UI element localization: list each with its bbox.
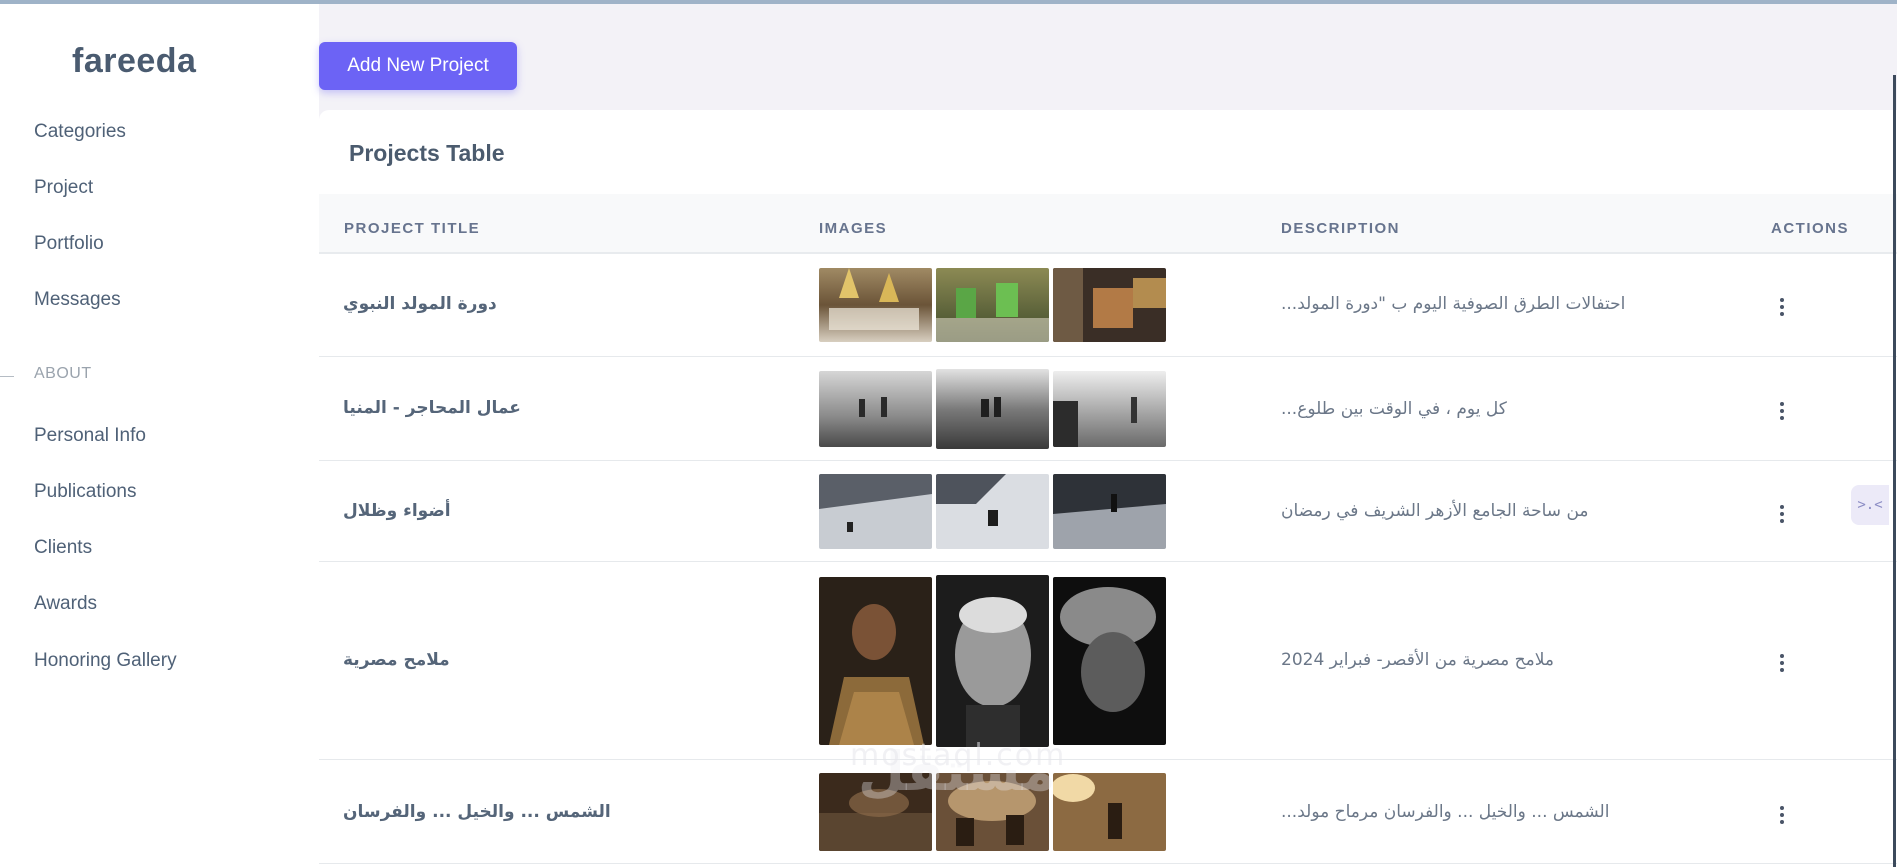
project-image[interactable] xyxy=(1053,371,1166,447)
kebab-menu-icon[interactable] xyxy=(1770,803,1794,827)
sidebar-item-personal-info[interactable]: Personal Info xyxy=(34,425,146,447)
table-row: دورة المولد النبوي احتفالات الطرق الصوفي… xyxy=(319,254,1897,357)
project-image[interactable] xyxy=(1053,474,1166,549)
project-image[interactable] xyxy=(936,268,1049,342)
kebab-menu-icon[interactable] xyxy=(1770,295,1794,319)
project-image[interactable] xyxy=(1053,577,1166,745)
header-actions: ACTIONS xyxy=(1771,220,1849,237)
scrollbar[interactable] xyxy=(1893,75,1896,867)
table-row: عمال المحاجر - المنيا كل يوم ، في الوقت … xyxy=(319,357,1897,461)
card-title: Projects Table xyxy=(349,140,505,166)
project-image[interactable] xyxy=(936,575,1049,747)
project-title: الشمس ... والخيل ... والفرسان xyxy=(343,802,611,822)
sidebar-item-messages[interactable]: Messages xyxy=(34,289,121,311)
project-image[interactable] xyxy=(819,773,932,851)
project-description: احتفالات الطرق الصوفية اليوم ب "دورة الم… xyxy=(1281,294,1626,314)
project-description: كل يوم ، في الوقت بين طلوع... xyxy=(1281,399,1507,419)
project-image[interactable] xyxy=(819,577,932,745)
header-images: IMAGES xyxy=(819,220,888,237)
brand-logo[interactable]: fareeda xyxy=(72,42,196,81)
projects-card: Projects Table PROJECT TITLE IMAGES DESC… xyxy=(319,110,1897,867)
kebab-menu-icon[interactable] xyxy=(1770,399,1794,423)
project-image[interactable] xyxy=(819,474,932,549)
project-image[interactable] xyxy=(1053,773,1166,851)
kebab-menu-icon[interactable] xyxy=(1770,651,1794,675)
sidebar-item-categories[interactable]: Categories xyxy=(34,121,126,143)
kebab-menu-icon[interactable] xyxy=(1770,502,1794,526)
table-row: أضواء وظلال من ساحة الجامع الأزهر الشريف… xyxy=(319,461,1897,562)
sidebar-item-honoring-gallery[interactable]: Honoring Gallery xyxy=(34,650,177,672)
sidebar-item-project[interactable]: Project xyxy=(34,177,93,199)
section-label-about: ABOUT xyxy=(34,365,92,382)
project-title: دورة المولد النبوي xyxy=(343,294,497,314)
project-image[interactable] xyxy=(936,773,1049,851)
add-new-project-button[interactable]: Add New Project xyxy=(319,42,517,90)
table-header: PROJECT TITLE IMAGES DESCRIPTION ACTIONS xyxy=(319,194,1897,254)
project-title: ملامح مصرية xyxy=(343,650,450,670)
sidebar: fareeda Categories Project Portfolio Mes… xyxy=(0,4,319,867)
project-description: من ساحة الجامع الأزهر الشريف في رمضان xyxy=(1281,501,1589,521)
header-description: DESCRIPTION xyxy=(1281,220,1401,237)
sidebar-item-awards[interactable]: Awards xyxy=(34,593,97,615)
table-row: الشمس ... والخيل ... والفرسان الشمس ... … xyxy=(319,760,1897,864)
header-project-title: PROJECT TITLE xyxy=(344,220,481,237)
project-image[interactable] xyxy=(819,371,932,447)
project-title: عمال المحاجر - المنيا xyxy=(343,398,521,418)
code-icon[interactable]: >.< xyxy=(1851,485,1889,525)
project-image[interactable] xyxy=(936,474,1049,549)
sidebar-item-portfolio[interactable]: Portfolio xyxy=(34,233,104,255)
table-row: ملامح مصرية ملامح مصرية من الأقصر- فبراي… xyxy=(319,562,1897,760)
project-description: ملامح مصرية من الأقصر- فبراير 2024 xyxy=(1281,650,1555,670)
section-divider xyxy=(0,376,14,377)
project-description: الشمس ... والخيل ... والفرسان مرماح مولد… xyxy=(1281,802,1610,822)
project-title: أضواء وظلال xyxy=(343,501,451,521)
project-image[interactable] xyxy=(936,369,1049,449)
project-image[interactable] xyxy=(819,268,932,342)
sidebar-item-publications[interactable]: Publications xyxy=(34,481,136,503)
sidebar-item-clients[interactable]: Clients xyxy=(34,537,92,559)
project-image[interactable] xyxy=(1053,268,1166,342)
